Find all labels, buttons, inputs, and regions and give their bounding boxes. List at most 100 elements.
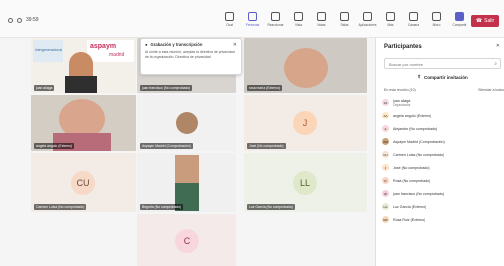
video-tile-6[interactable]: J José (No comprobado)	[244, 95, 367, 151]
notes-icon	[317, 12, 326, 21]
avatar: LG	[382, 203, 389, 210]
reaction-icon	[271, 12, 280, 21]
participant-item[interactable]: A Alejandro (No comprobado)	[382, 122, 502, 135]
toolbar-button-cámara[interactable]: Cámara	[402, 12, 425, 27]
toolbar-button-chat[interactable]: Chat	[218, 12, 241, 27]
search-input[interactable]: Buscar por nombre ⌕	[384, 58, 501, 69]
toolbar-button-salas[interactable]: Salas	[333, 12, 356, 27]
logo-aspaym: aspaym madrid	[87, 40, 134, 62]
participant-item[interactable]: JF juan francisco (No comprobado)	[382, 187, 502, 200]
camera-icon	[409, 12, 418, 21]
video-tile-1[interactable]: Intergeneracional aspaym madrid juan ali…	[31, 38, 136, 93]
chat-icon	[225, 12, 234, 21]
close-icon[interactable]: ✕	[496, 43, 500, 49]
toolbar-button-compartir[interactable]: Compartir	[448, 12, 471, 27]
avatar: LL	[293, 171, 317, 195]
tile-name: Begoña (No comprobado)	[140, 204, 184, 210]
avatar: AM	[382, 138, 389, 145]
participant-name: Alejandro (No comprobado)	[393, 126, 438, 131]
participant-item[interactable]: JA juan aliaga Organizador	[382, 96, 502, 109]
view-icon	[294, 12, 303, 21]
tile-name: juan aliaga	[34, 85, 55, 91]
participant-video	[284, 48, 328, 88]
rooms-icon	[340, 12, 349, 21]
mic-icon	[432, 12, 441, 21]
people-icon	[248, 12, 257, 21]
logo-intergenerational: Intergeneracional	[33, 40, 63, 62]
toolbar-button-personas[interactable]: Personas	[241, 12, 264, 27]
avatar: JA	[382, 99, 389, 106]
participant-item[interactable]: RR Rosa Ruiz (Externo)	[382, 213, 502, 226]
participant-name: Rosa Ruiz (Externo)	[393, 217, 426, 222]
toolbar-button-vista[interactable]: Vista	[287, 12, 310, 27]
video-tile-4[interactable]: angela angulo (Externo)	[31, 95, 136, 151]
video-tile-8[interactable]: Begoña (No comprobado)	[137, 153, 236, 212]
toolbar-button-notas[interactable]: Notas	[310, 12, 333, 27]
avatar: RR	[382, 216, 389, 223]
mute-all-link[interactable]: Silenciar a todos	[478, 88, 504, 92]
participants-panel: Participantes ✕ Buscar por nombre ⌕ ⇪ Co…	[375, 38, 504, 266]
toolbar-button-más[interactable]: Más	[379, 12, 402, 27]
share-invite-button[interactable]: ⇪ Compartir invitación	[384, 72, 501, 82]
tile-name: Aspaym Madrid (Comprobación)	[140, 143, 193, 149]
video-tile-5[interactable]: Aspaym Madrid (Comprobación)	[137, 95, 236, 151]
toolbar-buttons: Chat Personas Reaccionar Vista Notas Salas Apl…	[218, 12, 471, 27]
participant-name: angela angulo (Externo)	[393, 113, 432, 118]
participant-name: José (No comprobado)	[393, 165, 430, 170]
avatar: CU	[71, 171, 95, 195]
phone-icon: ☎	[475, 18, 483, 24]
video-tile-3[interactable]: rosa maría (Externo)	[244, 38, 367, 93]
shield-icon	[8, 17, 13, 23]
participant-shirt	[65, 76, 97, 93]
participant-item[interactable]: J José (No comprobado)	[382, 161, 502, 174]
video-tile-9[interactable]: LL Luz García (No comprobado)	[244, 153, 367, 212]
participant-list: JA juan aliaga Organizador AA angela angulo …	[382, 96, 502, 226]
participant-role: Organizador	[393, 102, 411, 107]
avatar	[176, 112, 198, 134]
recording-notice: ● Grabación y transcripción ✕ Al unirte …	[140, 38, 242, 75]
avatar: J	[382, 164, 389, 171]
video-tile-10[interactable]: C	[137, 214, 236, 266]
close-icon[interactable]: ✕	[233, 42, 237, 48]
participant-item[interactable]: CU Carmen Luisa (No comprobado)	[382, 148, 502, 161]
share-icon: ⇪	[417, 74, 421, 79]
avatar: AA	[382, 112, 389, 119]
toolbar-button-reaccionar[interactable]: Reaccionar	[264, 12, 287, 27]
participant-item[interactable]: LG Luz García (Externo)	[382, 200, 502, 213]
record-icon: ●	[145, 42, 148, 47]
meeting-timer: 39:59	[26, 17, 39, 23]
participant-name: Carmen Luisa (No comprobado)	[393, 152, 445, 157]
participant-item[interactable]: AM Aspaym Madrid (Comprobación)	[382, 135, 502, 148]
tile-name: rosa maría (Externo)	[247, 85, 283, 91]
tile-name: José (No comprobado)	[247, 143, 286, 149]
video-tile-7[interactable]: CU Carmen Luisa (No comprobado)	[31, 153, 136, 212]
share-icon	[455, 12, 464, 21]
record-icon	[17, 17, 22, 23]
participant-name: juan aliaga	[393, 98, 411, 103]
avatar: CU	[382, 151, 389, 158]
participant-name: Rosa (No comprobado)	[393, 178, 431, 183]
toolbar-button-micro[interactable]: Micro	[425, 12, 448, 27]
panel-title: Participantes	[384, 44, 422, 50]
participant-name: Aspaym Madrid (Comprobación)	[393, 139, 445, 144]
participant-name: juan francisco (No comprobado)	[393, 191, 445, 196]
tile-name: angela angulo (Externo)	[34, 143, 75, 149]
avatar: R	[382, 177, 389, 184]
avatar: JF	[382, 190, 389, 197]
participant-item[interactable]: AA angela angulo (Externo)	[382, 109, 502, 122]
apps-icon	[363, 12, 372, 21]
section-header[interactable]: En esta reunión (10) Silenciar a todos	[384, 88, 504, 92]
meeting-info: 39:59	[8, 17, 39, 23]
participant-name: Luz García (Externo)	[393, 204, 427, 209]
tile-name: Luz García (No comprobado)	[247, 204, 295, 210]
more-icon	[386, 12, 395, 21]
meeting-toolbar: 39:59 Chat Personas Reaccionar Vista Notas Sa…	[0, 0, 504, 38]
participant-item[interactable]: R Rosa (No comprobado)	[382, 174, 502, 187]
tile-name: Carmen Luisa (No comprobado)	[34, 204, 87, 210]
avatar: A	[382, 125, 389, 132]
tile-name: juan francisco (No comprobado)	[140, 85, 193, 91]
leave-button[interactable]: ☎ Salir	[471, 15, 499, 27]
search-icon: ⌕	[494, 61, 497, 67]
toolbar-button-aplicaciones[interactable]: Aplicaciones	[356, 12, 379, 27]
avatar: J	[293, 111, 317, 135]
